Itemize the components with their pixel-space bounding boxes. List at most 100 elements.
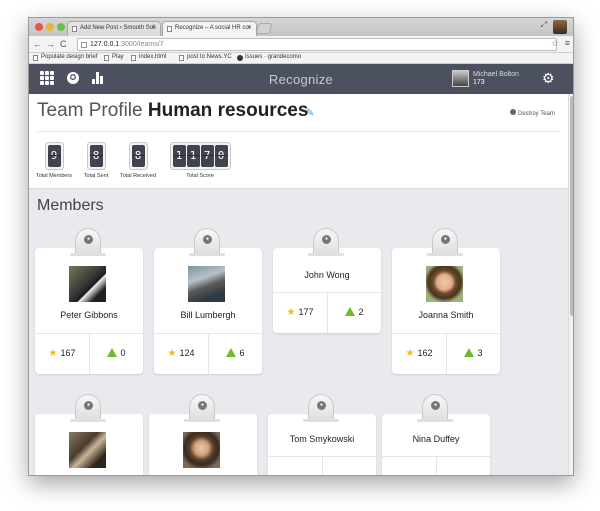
member-card[interactable]: ● Joanna Smith ★ 162 3 (392, 228, 500, 374)
member-photo[interactable] (188, 266, 225, 302)
scrollbar-thumb[interactable] (570, 96, 573, 316)
member-card[interactable]: ● Peter Gibbons ★ 167 0 (35, 228, 143, 374)
member-card[interactable]: ● Bill Lumbergh ★ 124 6 (154, 228, 262, 374)
stat-label: Total Received (119, 173, 157, 179)
back-icon[interactable]: ← (33, 39, 42, 49)
member-card[interactable]: ● (35, 394, 143, 475)
minimize-window-button[interactable] (46, 23, 54, 31)
bookmark-item[interactable]: Populate design brief (33, 54, 98, 61)
page-icon (179, 55, 184, 61)
bookmark-item[interactable]: Play (104, 54, 124, 61)
bookmark-label: Issues · grandecomo (245, 54, 302, 60)
edit-pencil-icon[interactable]: ✎ (306, 108, 314, 119)
member-card[interactable]: ● Nina Duffey (382, 394, 490, 475)
stars-count: ★ 167 (35, 334, 89, 374)
badge-clip: ● (189, 228, 225, 256)
pin-icon: ● (203, 235, 212, 244)
member-name[interactable]: Tom Smykowski (268, 434, 376, 444)
stars-count (268, 457, 322, 475)
badge-clip: ● (184, 394, 220, 422)
bookmark-item[interactable]: index.html (131, 54, 166, 61)
received-count: 0 (89, 334, 143, 374)
member-photo[interactable] (183, 432, 220, 468)
received-count: 6 (208, 334, 262, 374)
bomb-icon (510, 109, 516, 115)
member-stats: ★ 162 3 (392, 333, 500, 374)
member-card[interactable]: ● John Wong ★ 177 2 (273, 228, 381, 333)
stat-total-sent: 8 Total Sent (82, 142, 110, 179)
member-stats (382, 456, 490, 475)
stat-total-score: 1170 Total Score (167, 142, 233, 179)
stars-count: ★ 162 (392, 334, 446, 374)
app-header: ✪ Recognize Michael Bolton 173 ⚙ (29, 64, 573, 94)
bookmark-label: Play (112, 54, 124, 60)
stat-label: Total Score (186, 173, 214, 179)
close-tab-icon[interactable]: ✕ (247, 24, 252, 31)
stat-counter: 1170 (172, 145, 228, 167)
browser-tab-2[interactable]: Recognize – A social HR cor ✕ (162, 21, 257, 36)
counter-digit: 9 (47, 145, 61, 167)
received-value: 2 (358, 307, 364, 317)
pin-icon: ● (431, 401, 440, 410)
bookmark-label: Populate design brief (41, 54, 98, 60)
pin-icon: ● (441, 235, 450, 244)
browser-window: Add New Post ‹ Smooth Soli ✕ Recognize –… (28, 17, 574, 476)
user-name[interactable]: Michael Bolton (473, 71, 519, 79)
bookmark-star-icon[interactable]: ☆ (551, 38, 559, 49)
counter-digit: 1 (186, 145, 200, 167)
stat-counter: 8 (89, 145, 103, 167)
member-card[interactable]: ● (149, 394, 257, 475)
badge-clip: ● (427, 228, 463, 256)
page-icon (167, 26, 172, 32)
star-icon: ★ (405, 348, 415, 359)
member-name[interactable]: Joanna Smith (392, 310, 500, 320)
received-value: 0 (120, 348, 126, 358)
url-input[interactable]: 127.0.0.1:3000/teams/7 (77, 38, 557, 51)
member-photo[interactable] (69, 432, 106, 468)
page-scrollbar[interactable] (568, 94, 573, 475)
title-prefix: Team Profile (37, 100, 143, 121)
page-icon (72, 26, 77, 32)
member-name[interactable]: Nina Duffey (382, 434, 490, 444)
badge-clip: ● (417, 394, 453, 422)
menu-icon[interactable]: ≡ (565, 38, 570, 48)
close-tab-icon[interactable]: ✕ (151, 24, 156, 31)
bookmark-item[interactable]: Issues · grandecomo (237, 54, 302, 61)
address-bar-row: ← → C 127.0.0.1:3000/teams/7 ☆ ≡ (29, 36, 573, 53)
user-points: 173 (473, 79, 485, 86)
bookmark-item[interactable]: post to News.YC (179, 54, 232, 61)
star-icon: ★ (48, 348, 58, 359)
fullscreen-icon[interactable]: ⤢ (541, 20, 547, 30)
stat-counter: 8 (131, 145, 145, 167)
profile-avatar[interactable] (553, 20, 567, 34)
member-photo[interactable] (69, 266, 106, 302)
forward-icon[interactable]: → (46, 39, 55, 49)
member-stats: ★ 177 2 (273, 292, 381, 333)
gear-icon[interactable]: ⚙ (542, 70, 555, 87)
received-count: 3 (446, 334, 500, 374)
member-photo[interactable] (426, 266, 463, 302)
bookmarks-bar: Populate design brief Play index.html po… (29, 53, 573, 64)
badge-clip: ● (303, 394, 339, 422)
badge-clip: ● (70, 228, 106, 256)
browser-tab-1[interactable]: Add New Post ‹ Smooth Soli ✕ (67, 21, 161, 36)
new-tab-button[interactable] (255, 23, 273, 34)
user-avatar[interactable] (452, 70, 469, 87)
triangle-up-icon (464, 348, 475, 357)
member-name[interactable]: Peter Gibbons (35, 310, 143, 320)
counter-digit: 7 (200, 145, 214, 167)
pin-icon: ● (198, 401, 207, 410)
member-name[interactable]: Bill Lumbergh (154, 310, 262, 320)
received-count (322, 457, 376, 475)
member-card[interactable]: ● Tom Smykowski (268, 394, 376, 475)
close-window-button[interactable] (35, 23, 43, 31)
member-name[interactable]: John Wong (273, 270, 381, 280)
github-icon (237, 55, 243, 61)
zoom-window-button[interactable] (57, 23, 65, 31)
page-icon (33, 55, 38, 61)
page-title: Team Profile Human resources (37, 100, 308, 122)
stars-count: ★ 177 (273, 293, 327, 333)
destroy-team-button[interactable]: Destroy Team (510, 109, 555, 117)
reload-icon[interactable]: C (60, 39, 67, 49)
destroy-label: Destroy Team (518, 111, 555, 117)
